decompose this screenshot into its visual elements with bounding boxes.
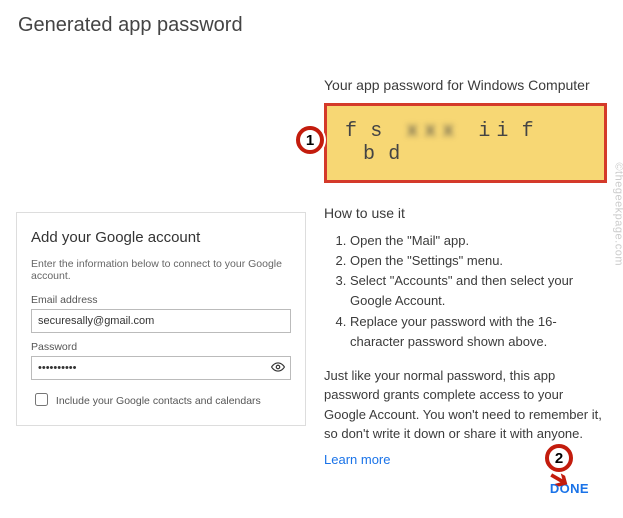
reveal-password-icon[interactable] [271,360,285,377]
list-item: Open the "Settings" menu. [350,251,607,271]
list-item: Select "Accounts" and then select your G… [350,271,607,311]
email-label: Email address [31,294,291,306]
howto-list: Open the "Mail" app. Open the "Settings"… [324,231,607,352]
email-field[interactable] [31,309,291,333]
list-item: Replace your password with the 16-charac… [350,312,607,352]
include-contacts-label: Include your Google contacts and calenda… [56,395,261,407]
password-field[interactable] [31,356,291,380]
card-title: Add your Google account [31,229,291,246]
app-password-box: f s xxx ii f b d [324,103,607,183]
password-label: Password [31,341,291,353]
card-subtitle: Enter the information below to connect t… [31,258,291,282]
page-title: Generated app password [18,14,623,37]
app-password-heading: Your app password for Windows Computer [324,77,607,93]
include-contacts-row[interactable]: Include your Google contacts and calenda… [31,395,261,407]
info-paragraph: Just like your normal password, this app… [324,366,607,444]
include-contacts-checkbox[interactable] [35,393,48,406]
add-account-card: Add your Google account Enter the inform… [16,212,306,426]
howto-heading: How to use it [324,205,607,221]
watermark: ©thegeekpage.com [613,162,623,266]
list-item: Open the "Mail" app. [350,231,607,251]
learn-more-link[interactable]: Learn more [324,452,390,467]
annotation-badge-1: 1 [296,126,324,154]
